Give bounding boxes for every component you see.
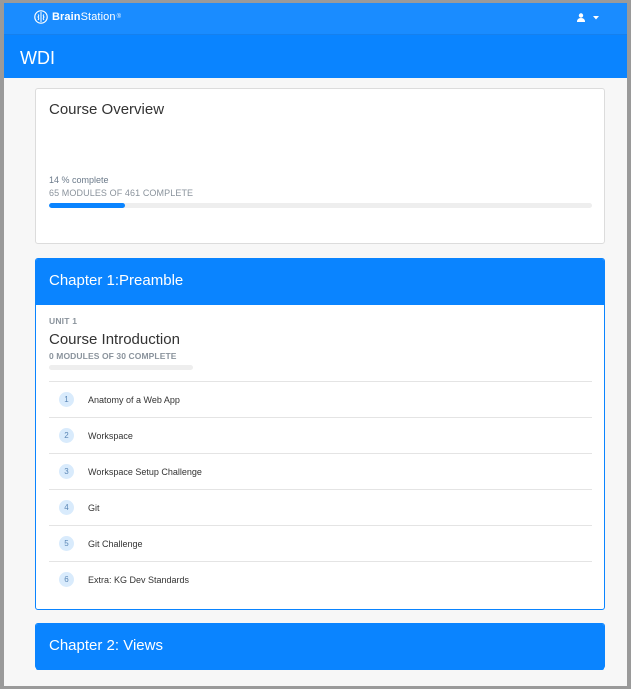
- lesson-number-badge: 1: [59, 392, 74, 407]
- user-icon[interactable]: [577, 13, 585, 22]
- caret-down-icon[interactable]: [593, 15, 599, 20]
- unit-progress-bar: [49, 365, 193, 370]
- lesson-number-badge: 6: [59, 572, 74, 587]
- chapter-card: Chapter 1:Preamble UNIT 1 Course Introdu…: [35, 258, 605, 610]
- lesson-item[interactable]: 1 Anatomy of a Web App: [49, 381, 592, 417]
- brain-icon: [34, 10, 48, 24]
- lesson-name[interactable]: Workspace: [88, 431, 133, 441]
- lesson-number-badge: 5: [59, 536, 74, 551]
- chapter-header[interactable]: Chapter 2: Views: [36, 624, 604, 670]
- unit-title: Course Introduction: [49, 331, 180, 348]
- brainstation-logo[interactable]: Brain Station ®: [34, 10, 121, 24]
- course-progress-fill: [49, 203, 126, 208]
- brand-trademark: ®: [116, 14, 122, 20]
- unit-modules-complete: 0 MODULES OF 30 COMPLETE: [49, 351, 177, 361]
- course-progress-bar: [49, 203, 592, 208]
- lesson-list: 1 Anatomy of a Web App 2 Workspace 3 Wor…: [49, 381, 592, 597]
- main-content: Course Overview 14 % complete 65 MODULES…: [4, 78, 627, 686]
- page-title: WDI: [20, 48, 55, 68]
- page-title-bar: WDI: [4, 35, 627, 78]
- course-overview-title: Course Overview: [49, 101, 165, 118]
- lesson-number-badge: 2: [59, 428, 74, 443]
- user-menu[interactable]: [577, 13, 599, 22]
- lesson-item[interactable]: 5 Git Challenge: [49, 525, 592, 561]
- lesson-name[interactable]: Git: [88, 503, 100, 513]
- chapter-title: Chapter 1:Preamble: [49, 272, 184, 289]
- lesson-number-badge: 3: [59, 464, 74, 479]
- course-percent-complete: 14 % complete: [49, 175, 109, 185]
- lesson-name[interactable]: Extra: KG Dev Standards: [88, 575, 189, 585]
- lesson-item[interactable]: 4 Git: [49, 489, 592, 525]
- chapter-title: Chapter 2: Views: [49, 637, 163, 654]
- chapter-header[interactable]: Chapter 1:Preamble: [36, 259, 604, 305]
- lesson-name[interactable]: Workspace Setup Challenge: [88, 467, 202, 477]
- unit-label: UNIT 1: [49, 316, 78, 326]
- top-navbar: Brain Station ®: [4, 3, 627, 35]
- lesson-name[interactable]: Anatomy of a Web App: [88, 395, 180, 405]
- chapter-card: Chapter 2: Views: [35, 623, 605, 670]
- lesson-item[interactable]: 3 Workspace Setup Challenge: [49, 453, 592, 489]
- course-modules-complete: 65 MODULES OF 461 COMPLETE: [49, 188, 194, 198]
- lesson-number-badge: 4: [59, 500, 74, 515]
- course-overview-card: Course Overview 14 % complete 65 MODULES…: [35, 88, 605, 244]
- lesson-item[interactable]: 2 Workspace: [49, 417, 592, 453]
- browser-frame: Brain Station ® WDI Course Overview 14 % c…: [4, 3, 627, 686]
- lesson-item[interactable]: 6 Extra: KG Dev Standards: [49, 561, 592, 597]
- lesson-name[interactable]: Git Challenge: [88, 539, 143, 549]
- brand-name: Station: [80, 11, 116, 23]
- brand-name-bold: Brain: [52, 11, 81, 23]
